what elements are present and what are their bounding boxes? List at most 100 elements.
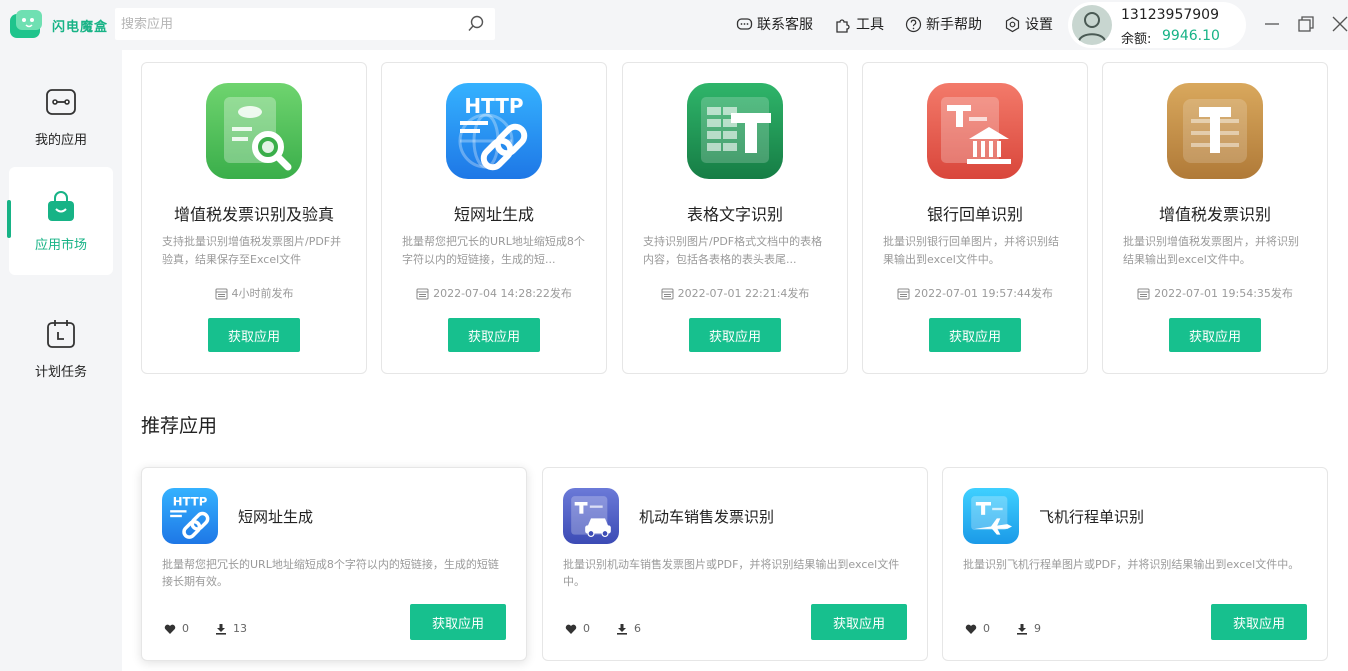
- search-box[interactable]: [115, 8, 495, 40]
- app-description: 支持识别图片/PDF格式文档中的表格内容，包括各表格的表头表尾...: [643, 235, 823, 266]
- bank-receipt-icon: [927, 83, 1023, 179]
- download-icon: [1017, 623, 1027, 635]
- sidebar: 我的应用 应用市场 计划任务: [0, 50, 122, 671]
- search-icon[interactable]: [467, 15, 485, 33]
- tools-label: 工具: [856, 17, 884, 33]
- get-app-button[interactable]: 获取应用: [1211, 604, 1307, 640]
- restore-icon[interactable]: [1296, 14, 1316, 34]
- recommended-card[interactable]: 飞机行程单识别 批量识别飞机行程单图片或PDF，并将识别结果输出到excel文件…: [942, 467, 1328, 661]
- user-phone: 13123957909: [1121, 7, 1219, 23]
- balance-label: 余额:: [1121, 32, 1152, 47]
- app-description: 支持批量识别增值税发票图片/PDF并验真，结果保存至Excel文件: [162, 235, 342, 266]
- recommended-card[interactable]: HTTP 短网址生成 批量帮您把冗长的URL地址缩短成8个字符以内的短链接，生成…: [141, 467, 527, 661]
- invoice-verify-icon: [206, 83, 302, 179]
- table-text-icon: [687, 83, 783, 179]
- calendar-small-icon: [661, 288, 674, 299]
- avatar[interactable]: [1072, 5, 1112, 45]
- heart-icon: [965, 624, 977, 634]
- svg-text:HTTP: HTTP: [464, 94, 523, 118]
- get-app-button[interactable]: 获取应用: [208, 318, 300, 352]
- sidebar-item-label: 我的应用: [34, 132, 87, 148]
- app-card[interactable]: HTTP 短网址生成 批量帮您把冗长的URL地址缩短成8个字符以内的短链接，生成…: [381, 62, 607, 374]
- get-app-button[interactable]: 获取应用: [689, 318, 781, 352]
- download-count: 6: [634, 622, 641, 635]
- app-card[interactable]: 增值税发票识别 批量识别增值税发票图片，并将识别结果输出到excel文件中。 2…: [1102, 62, 1328, 374]
- sidebar-item-scheduled-tasks[interactable]: 计划任务: [9, 294, 113, 402]
- title-bar: 闪电魔盒 联系客服 工具 新手帮助 设置: [0, 0, 1348, 50]
- get-app-button[interactable]: 获取应用: [929, 318, 1021, 352]
- shopping-bag-icon: [48, 190, 74, 221]
- app-card[interactable]: 表格文字识别 支持识别图片/PDF格式文档中的表格内容，包括各表格的表头表尾..…: [622, 62, 848, 374]
- app-date-text: 4小时前发布: [231, 287, 294, 300]
- get-app-button[interactable]: 获取应用: [1169, 318, 1261, 352]
- recommended-stats: 0 13: [164, 622, 247, 635]
- settings-button[interactable]: 设置: [1004, 14, 1053, 34]
- app-description: 批量识别增值税发票图片，并将识别结果输出到excel文件中。: [1123, 235, 1299, 266]
- puzzle-icon: [836, 18, 850, 33]
- calendar-small-icon: [416, 288, 429, 299]
- minimize-icon[interactable]: [1262, 14, 1282, 34]
- like-count: 0: [182, 622, 189, 635]
- app-title: 短网址生成: [453, 205, 534, 224]
- recommended-card[interactable]: 机动车销售发票识别 批量识别机动车销售发票图片或PDF，并将识别结果输出到exc…: [542, 467, 928, 661]
- svg-text:HTTP: HTTP: [173, 495, 208, 509]
- contact-support-button[interactable]: 联系客服: [736, 14, 813, 34]
- active-indicator: [7, 200, 11, 238]
- recommended-section-title: 推荐应用: [141, 415, 218, 437]
- heart-icon: [164, 624, 176, 634]
- settings-label: 设置: [1025, 17, 1053, 33]
- search-input[interactable]: [121, 16, 467, 32]
- sidebar-item-my-apps[interactable]: 我的应用: [9, 62, 113, 170]
- app-title: 表格文字识别: [686, 205, 783, 224]
- apps-icon: [46, 88, 76, 115]
- logo-icon: [8, 8, 46, 42]
- help-label: 新手帮助: [926, 17, 982, 33]
- tax-invoice-icon: [1167, 83, 1263, 179]
- recommended-title: 短网址生成: [238, 508, 314, 526]
- recommended-title: 飞机行程单识别: [1039, 508, 1145, 526]
- chat-icon: [736, 17, 753, 30]
- recommended-description: 批量识别机动车销售发票图片或PDF，并将识别结果输出到excel文件中。: [563, 558, 900, 588]
- recommended-description: 批量帮您把冗长的URL地址缩短成8个字符以内的短链接，生成的短链接长期有效。: [162, 558, 499, 588]
- calendar-small-icon: [897, 288, 910, 299]
- app-card[interactable]: 增值税发票识别及验真 支持批量识别增值税发票图片/PDF并验真，结果保存至Exc…: [141, 62, 367, 374]
- calendar-icon: [47, 319, 75, 348]
- calendar-small-icon: [1137, 288, 1150, 299]
- app-publish-date: 2022-07-04 14:28:22发布: [382, 285, 606, 301]
- app-title: 增值税发票识别及验真: [173, 205, 334, 224]
- app-publish-date: 2022-07-01 19:57:44发布: [863, 285, 1087, 301]
- user-icon: [1078, 12, 1106, 42]
- get-app-button[interactable]: 获取应用: [448, 318, 540, 352]
- calendar-small-icon: [215, 288, 227, 299]
- help-button[interactable]: 新手帮助: [905, 14, 982, 34]
- sidebar-item-app-market[interactable]: 应用市场: [9, 167, 113, 275]
- tools-button[interactable]: 工具: [835, 14, 884, 34]
- recommended-stats: 0 6: [565, 622, 641, 635]
- download-count: 9: [1034, 622, 1041, 635]
- app-date-text: 2022-07-04 14:28:22发布: [433, 287, 572, 300]
- recommended-stats: 0 9: [965, 622, 1041, 635]
- recommended-description: 批量识别飞机行程单图片或PDF，并将识别结果输出到excel文件中。: [963, 558, 1300, 571]
- close-icon[interactable]: [1330, 14, 1348, 34]
- app-title: 增值税发票识别: [1158, 205, 1271, 224]
- flight-itinerary-icon: [963, 488, 1019, 544]
- get-app-button[interactable]: 获取应用: [410, 604, 506, 640]
- app-description: 批量帮您把冗长的URL地址缩短成8个字符以内的短链接，生成的短...: [402, 235, 585, 266]
- app-publish-date: 2022-07-01 22:21:4发布: [623, 285, 847, 301]
- app-title: 银行回单识别: [926, 205, 1023, 224]
- app-publish-date: 4小时前发布: [142, 285, 366, 301]
- sidebar-item-label: 应用市场: [34, 237, 87, 253]
- app-card[interactable]: 银行回单识别 批量识别银行回单图片，并将识别结果输出到excel文件中。 202…: [862, 62, 1088, 374]
- app-date-text: 2022-07-01 19:57:44发布: [914, 287, 1053, 300]
- http-link-icon: HTTP: [446, 83, 542, 179]
- download-icon: [216, 623, 226, 635]
- main-content: 增值税发票识别及验真 支持批量识别增值税发票图片/PDF并验真，结果保存至Exc…: [122, 50, 1348, 671]
- contact-support-label: 联系客服: [757, 17, 813, 33]
- like-count: 0: [983, 622, 990, 635]
- app-publish-date: 2022-07-01 19:54:35发布: [1103, 285, 1327, 301]
- gear-icon: [1005, 16, 1020, 32]
- car-invoice-icon: [563, 488, 619, 544]
- user-panel[interactable]: 13123957909 余额: 9946.10: [1068, 2, 1246, 48]
- logo-text: 闪电魔盒: [52, 19, 109, 35]
- get-app-button[interactable]: 获取应用: [811, 604, 907, 640]
